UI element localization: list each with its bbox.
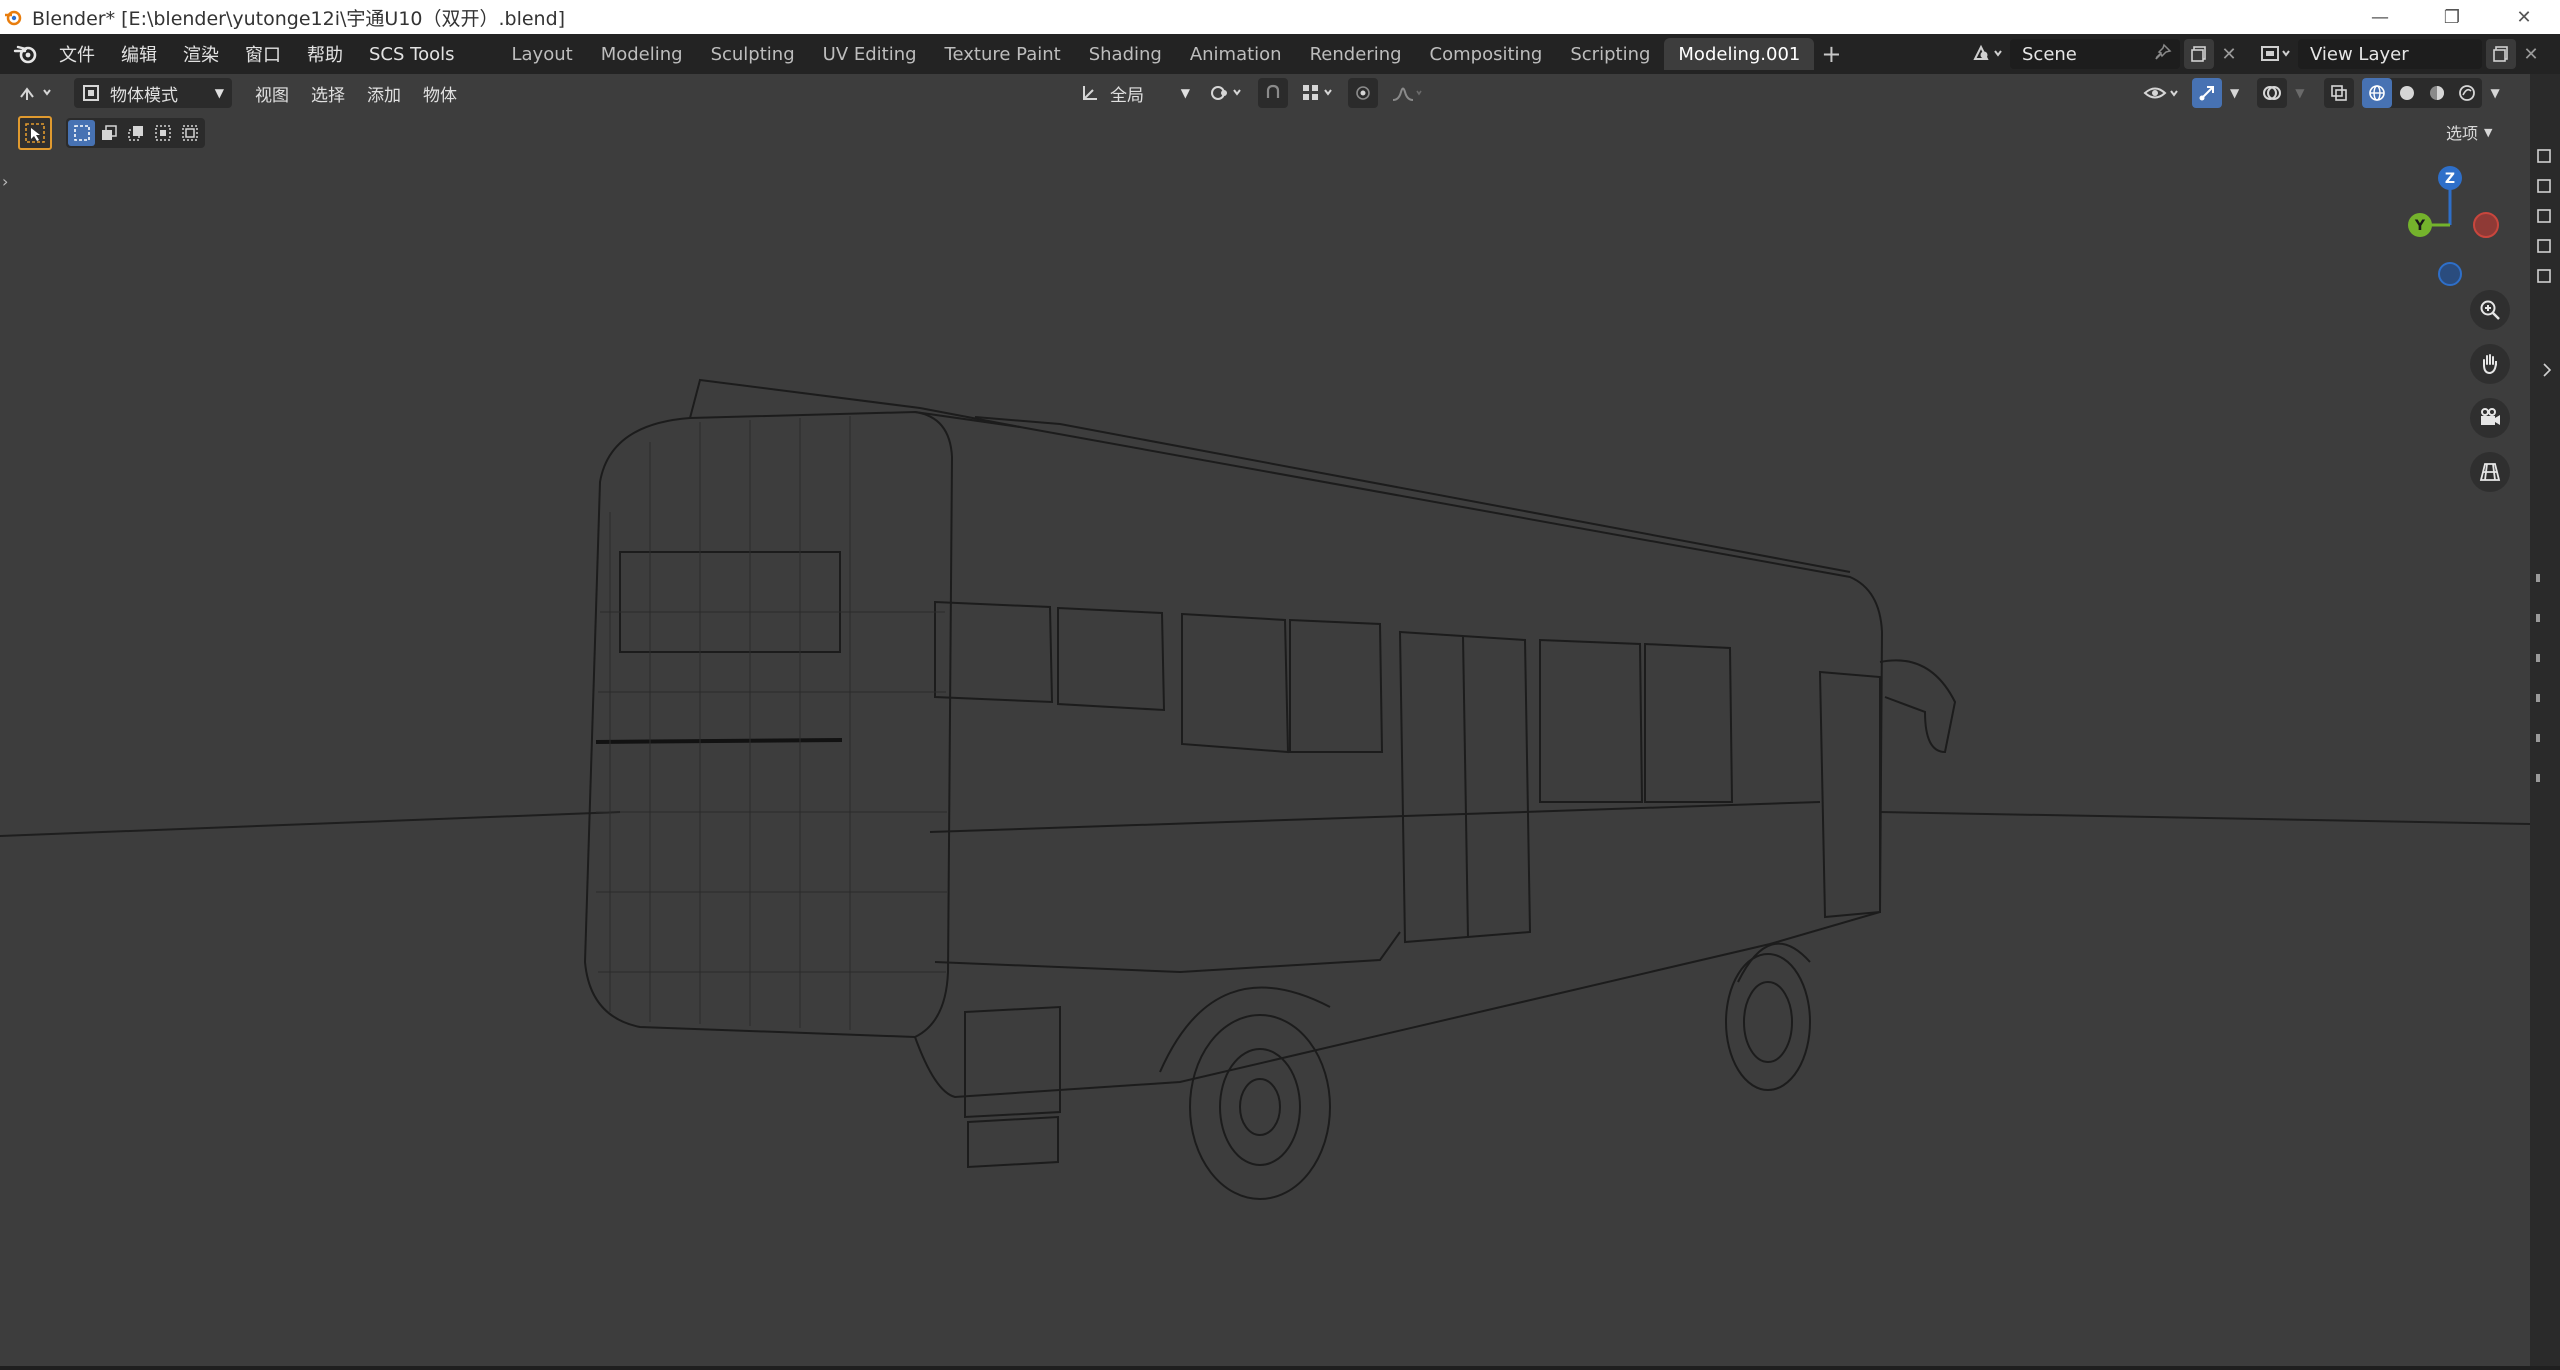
tool-row [18, 116, 205, 150]
navigation-gizmo[interactable]: Z Y [2400, 160, 2510, 290]
solid-shading-icon[interactable] [2392, 78, 2422, 108]
view-layer-type-icon[interactable] [2254, 39, 2298, 69]
options-label: 选项 [2446, 124, 2479, 143]
rendered-shading-icon[interactable] [2452, 78, 2482, 108]
bottom-border [0, 1366, 2560, 1370]
axis-y-label: Y [2414, 218, 2426, 234]
workspace-tabs: Layout Modeling Sculpting UV Editing Tex… [497, 34, 1848, 74]
toolbar-expand-icon[interactable]: › [2, 172, 8, 191]
overlays-icon[interactable] [2257, 78, 2288, 108]
select-intersect-icon[interactable] [176, 120, 203, 146]
tab-rendering[interactable]: Rendering [1296, 38, 1416, 70]
zoom-icon[interactable] [2470, 290, 2510, 330]
menu-window[interactable]: 窗口 [232, 34, 294, 74]
minimize-button[interactable]: — [2344, 0, 2416, 34]
tab-texture-paint[interactable]: Texture Paint [931, 38, 1075, 70]
snap-target-icon[interactable] [1298, 78, 1338, 108]
new-scene-icon[interactable] [2184, 39, 2214, 69]
material-shading-icon[interactable] [2422, 78, 2452, 108]
new-view-layer-icon[interactable] [2486, 39, 2516, 69]
select-subtract-icon[interactable] [122, 120, 149, 146]
axis-z-label: Z [2445, 171, 2455, 187]
mode-label: 物体模式 [110, 85, 178, 106]
camera-icon[interactable] [2470, 398, 2510, 438]
properties-side-strip[interactable] [2530, 74, 2560, 1370]
falloff-icon[interactable] [1388, 78, 1428, 108]
wireframe-shading-icon[interactable] [2362, 78, 2393, 108]
menu-file[interactable]: 文件 [46, 34, 108, 74]
add-workspace-icon[interactable]: + [1814, 38, 1848, 70]
options-dropdown[interactable]: 选项 ▼ [2446, 118, 2492, 146]
scene-field[interactable]: Scene [2010, 39, 2180, 69]
shading-mode-group [2362, 78, 2483, 108]
bus-wireframe-scene [0, 378, 2530, 1200]
view-layer-name: View Layer [2310, 43, 2409, 65]
transform-orientation-dropdown[interactable]: 全局 ▼ [1074, 78, 1194, 108]
orientation-icon [1083, 86, 1097, 100]
menu-select[interactable]: 选择 [300, 81, 356, 106]
tab-modeling[interactable]: Modeling [587, 38, 697, 70]
axis-x-negative-icon[interactable] [2473, 212, 2499, 238]
tab-animation[interactable]: Animation [1176, 38, 1296, 70]
pivot-point-icon[interactable] [1204, 78, 1248, 108]
delete-scene-icon[interactable]: ✕ [2214, 39, 2244, 69]
chevron-down-icon[interactable]: ▼ [2490, 86, 2499, 100]
select-box-tool-icon[interactable] [18, 116, 52, 150]
scene-selector-group: Scene ✕ View Layer ✕ [1966, 38, 2546, 70]
menu-render[interactable]: 渲染 [170, 34, 232, 74]
tab-uv-editing[interactable]: UV Editing [809, 38, 931, 70]
chevron-down-icon[interactable]: ▼ [2295, 86, 2304, 100]
tab-shading[interactable]: Shading [1075, 38, 1176, 70]
menu-scs-tools[interactable]: SCS Tools [356, 34, 467, 74]
scene-name: Scene [2022, 43, 2077, 65]
navigation-buttons [2470, 290, 2510, 492]
view-layer-field[interactable]: View Layer [2298, 39, 2482, 69]
pan-hand-icon[interactable] [2470, 344, 2510, 384]
select-invert-icon[interactable] [149, 120, 176, 146]
topbar: 文件 编辑 渲染 窗口 帮助 SCS Tools Layout Modeling… [0, 34, 2560, 74]
object-mode-dropdown[interactable]: 物体模式 ▼ [74, 78, 232, 108]
tab-modeling-001[interactable]: Modeling.001 [1664, 38, 1815, 70]
menu-help[interactable]: 帮助 [294, 34, 356, 74]
selection-mode-group [66, 118, 205, 148]
menu-edit[interactable]: 编辑 [108, 34, 170, 74]
menu-view[interactable]: 视图 [244, 81, 300, 106]
snap-icon[interactable] [1258, 78, 1288, 108]
chevron-down-icon[interactable]: ▼ [2230, 86, 2239, 100]
3d-viewport[interactable] [0, 112, 2530, 1370]
window-titlebar: Blender* [E:\blender\yutonge12i\宇通U10（双开… [0, 0, 2560, 34]
viewport-header: 物体模式 ▼ 视图 选择 添加 物体 全局 ▼ ▼ ▼ ▼ [0, 74, 2530, 112]
blender-app-icon [2, 6, 24, 28]
scene-type-icon[interactable] [1966, 39, 2010, 69]
perspective-grid-icon[interactable] [2470, 452, 2510, 492]
gizmo-toggle-icon[interactable] [2192, 78, 2222, 108]
restore-button[interactable]: ❐ [2416, 0, 2488, 34]
tab-compositing[interactable]: Compositing [1416, 38, 1557, 70]
close-button[interactable]: ✕ [2488, 0, 2560, 34]
select-extend-icon[interactable] [95, 120, 122, 146]
blender-menu-icon[interactable] [6, 34, 46, 74]
visibility-icon[interactable] [2140, 78, 2184, 108]
pin-icon[interactable] [2154, 43, 2172, 66]
tab-layout[interactable]: Layout [497, 38, 586, 70]
chevron-down-icon: ▼ [2484, 125, 2493, 139]
orientation-label: 全局 [1110, 85, 1144, 106]
side-strip-icons [2536, 149, 2552, 782]
editor-type-button[interactable] [14, 78, 60, 108]
select-new-icon[interactable] [68, 120, 95, 146]
chevron-down-icon: ▼ [1180, 86, 1190, 100]
window-title: Blender* [E:\blender\yutonge12i\宇通U10（双开… [32, 7, 566, 30]
proportional-editing-icon[interactable] [1348, 78, 1378, 108]
object-mode-icon [83, 85, 99, 101]
chevron-down-icon: ▼ [214, 86, 224, 100]
xray-icon[interactable] [2324, 78, 2355, 108]
delete-view-layer-icon[interactable]: ✕ [2516, 39, 2546, 69]
menu-add[interactable]: 添加 [356, 81, 412, 106]
axis-z-negative-icon[interactable] [2438, 262, 2462, 286]
tab-sculpting[interactable]: Sculpting [697, 38, 809, 70]
menu-object[interactable]: 物体 [412, 81, 468, 106]
tab-scripting[interactable]: Scripting [1556, 38, 1664, 70]
